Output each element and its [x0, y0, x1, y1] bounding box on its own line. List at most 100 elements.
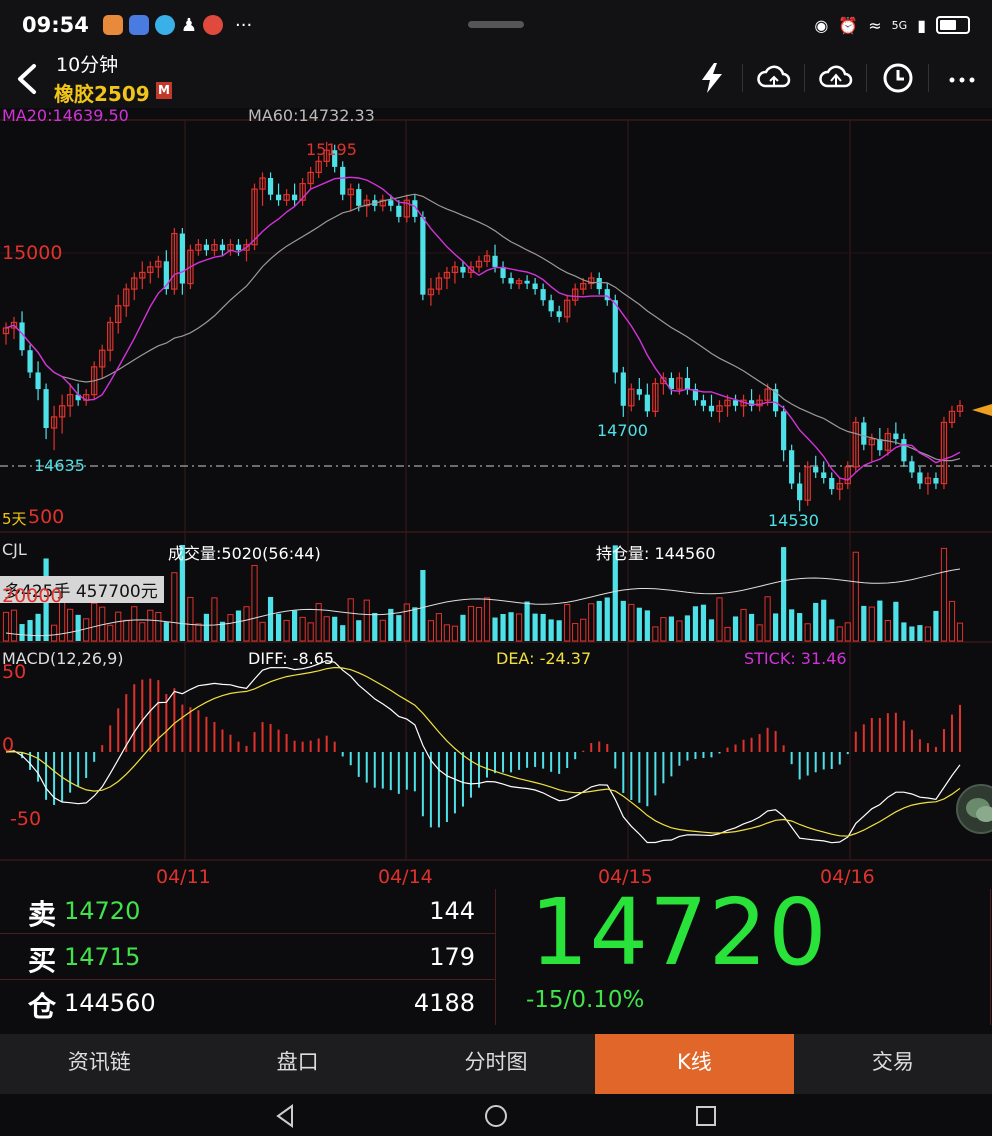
more-notifications-icon: ··· — [235, 14, 253, 36]
cloud-sync-icon[interactable] — [756, 60, 792, 96]
candle-body — [829, 478, 835, 490]
notch-pill — [468, 21, 524, 28]
candle-body — [460, 266, 466, 273]
volume-bar — [700, 604, 707, 641]
ma60-label: MA60:14732.33 — [248, 106, 375, 125]
volume-bar — [51, 624, 58, 642]
sell-row[interactable]: 卖 14720 144 — [0, 889, 495, 934]
floating-chat-button[interactable] — [956, 784, 992, 834]
volume-bar — [948, 600, 956, 642]
candle-body — [275, 194, 282, 201]
network-label: 5G — [891, 18, 908, 32]
date-label: 04/14 — [378, 866, 433, 888]
volume-bar — [540, 613, 546, 641]
volume-bar — [572, 623, 579, 642]
buy-row[interactable]: 买 14715 179 — [0, 935, 495, 980]
kline-chart[interactable]: MA20:14639.50 MA60:14732.33 15195 15000 … — [0, 106, 992, 888]
volume-bar — [211, 597, 218, 642]
axis-label-15000: 15000 — [2, 242, 63, 264]
candle-body — [203, 244, 210, 251]
volume-bar — [804, 623, 811, 642]
lightning-icon[interactable] — [694, 60, 730, 96]
volume-bar — [443, 624, 451, 642]
top-nav: 10分钟 橡胶2509 M — [0, 50, 992, 108]
volume-bar — [668, 616, 674, 641]
volume-bar — [123, 619, 130, 642]
tab-trade[interactable]: 交易 — [794, 1034, 992, 1094]
candle-body — [612, 300, 618, 373]
volume-bar — [917, 625, 923, 641]
oi-label: 仓 — [28, 990, 57, 1023]
nav-recents-icon[interactable] — [694, 1104, 718, 1128]
volume-bar — [155, 611, 162, 642]
kline-chart-canvas[interactable] — [0, 108, 992, 888]
axis-label-500: 500 — [28, 506, 65, 528]
volume-bar — [620, 600, 626, 641]
candle-body — [917, 472, 923, 484]
volume-bar — [821, 599, 827, 641]
candle-body — [781, 411, 787, 451]
volume-bar — [35, 613, 41, 641]
volume-bar — [403, 603, 410, 642]
clock-icon[interactable] — [880, 60, 916, 96]
volume-bar — [596, 600, 602, 641]
price-high-label: 15195 — [306, 140, 357, 159]
tab-order-book[interactable]: 盘口 — [198, 1034, 396, 1094]
tab-info-chain[interactable]: 资讯链 — [0, 1034, 198, 1094]
quote-panel: 卖 14720 144 买 14715 179 仓 144560 4188 14… — [0, 879, 992, 1033]
candle-body — [396, 205, 402, 217]
volume-bar — [508, 612, 514, 641]
volume-bar — [588, 603, 595, 642]
volume-bar — [332, 616, 338, 641]
volume-bar — [548, 619, 554, 641]
stick-label: STICK: 31.46 — [744, 649, 847, 668]
volume-bar — [251, 565, 258, 642]
volume-bar — [829, 619, 835, 641]
buy-price: 14715 — [64, 943, 141, 971]
volume-bar — [267, 596, 274, 641]
volume-bar — [412, 607, 418, 641]
weibo-icon — [203, 15, 223, 35]
sell-price: 14720 — [64, 897, 141, 925]
candle-body — [219, 244, 226, 251]
cjl-label: CJL — [2, 540, 27, 559]
volume-bar — [604, 597, 610, 641]
tab-timeshare[interactable]: 分时图 — [397, 1034, 595, 1094]
volume-bar — [195, 623, 202, 642]
eye-icon: ◉ — [814, 15, 829, 35]
volume-bar — [475, 606, 483, 642]
back-icon[interactable] — [10, 58, 46, 100]
candle-body — [684, 378, 691, 390]
system-nav-bar — [0, 1094, 992, 1136]
cloud-upload-icon[interactable] — [818, 60, 854, 96]
volume-bar — [347, 598, 354, 642]
candle-body — [43, 389, 49, 428]
signal-icon: ▮ — [917, 15, 926, 35]
candle-body — [700, 400, 707, 406]
volume-bar — [813, 602, 819, 641]
open-interest-row[interactable]: 仓 144560 4188 — [0, 981, 495, 1026]
volume-bar — [299, 616, 306, 642]
more-icon[interactable] — [944, 60, 980, 96]
volume-bar — [877, 600, 883, 641]
volume-bar — [27, 620, 33, 641]
diff-line — [5, 659, 961, 844]
volume-bar — [131, 606, 138, 642]
oi-change: 4188 — [413, 989, 475, 1017]
volume-bar — [756, 624, 763, 642]
volume-bar — [171, 572, 178, 642]
nav-back-icon[interactable] — [274, 1104, 298, 1128]
volume-bar — [420, 570, 426, 641]
volume-bar — [259, 621, 266, 642]
buy-label: 买 — [28, 944, 57, 977]
divider — [928, 64, 929, 92]
volume-bar — [451, 625, 459, 642]
tab-kline[interactable]: K线 — [595, 1034, 794, 1094]
candle-body — [292, 194, 298, 201]
divider — [742, 64, 743, 92]
nav-home-icon[interactable] — [484, 1104, 508, 1128]
macd-axis-bottom: -50 — [10, 808, 42, 830]
volume-bar — [852, 551, 859, 642]
sell-qty: 144 — [429, 897, 475, 925]
wechat-icon — [966, 798, 992, 822]
